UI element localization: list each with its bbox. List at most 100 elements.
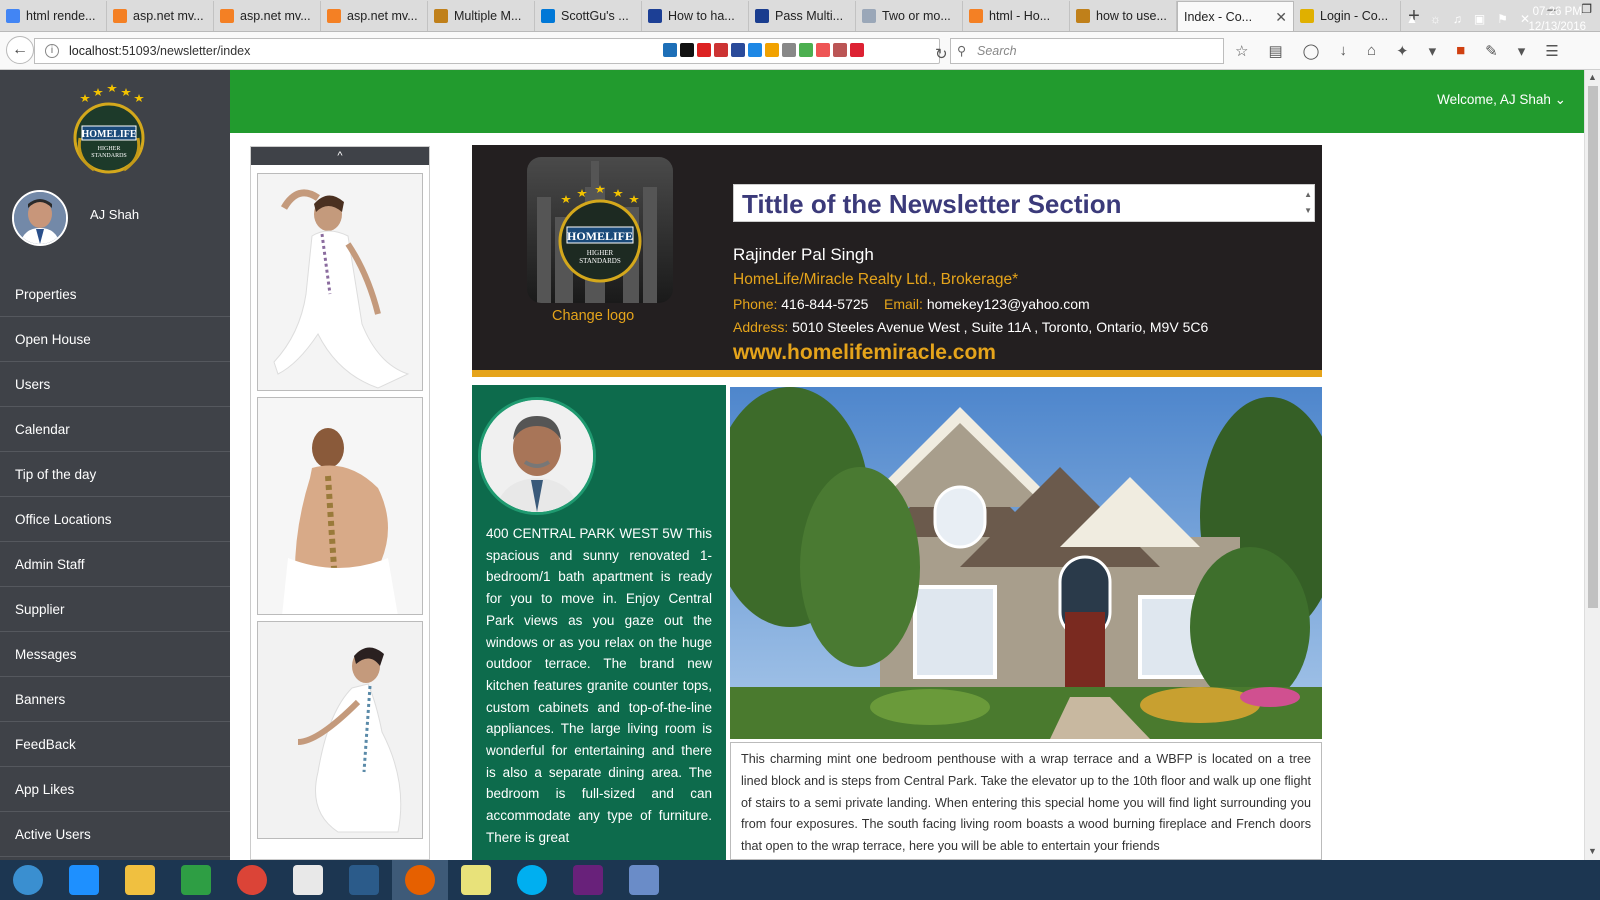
browser-tab[interactable]: asp.net mv... — [107, 1, 214, 31]
reading-list-icon[interactable]: ▤ — [1268, 42, 1282, 60]
browser-addon-icon[interactable] — [731, 43, 745, 57]
phone-label: Phone: — [733, 296, 778, 312]
browser-tab[interactable]: asp.net mv... — [214, 1, 321, 31]
addon-red-icon[interactable]: ■ — [1456, 42, 1465, 60]
browser-tab[interactable]: Pass Multi... — [749, 1, 856, 31]
pocket-icon[interactable]: ◯ — [1303, 42, 1320, 60]
browser-addon-icon[interactable] — [782, 43, 796, 57]
browser-tab-label: ScottGu's ... — [561, 9, 629, 23]
tools-icon[interactable]: ✎ — [1485, 42, 1498, 60]
page-scrollbar[interactable]: ▲ ▼ — [1584, 70, 1600, 860]
browser-addon-icon[interactable] — [714, 43, 728, 57]
taskbar-button[interactable] — [616, 860, 672, 900]
agent-photo[interactable] — [478, 397, 596, 515]
browser-addon-icon[interactable] — [765, 43, 779, 57]
taskbar-button[interactable] — [280, 860, 336, 900]
network-sync-icon[interactable]: ☼ — [1430, 12, 1441, 26]
hamburger-menu-icon[interactable]: ☰ — [1545, 42, 1558, 60]
toolbar-icons: ☆ ▤ ◯ ↓ ⌂ ✦ ▾ ■ ✎ ▾ ☰ — [1235, 42, 1559, 60]
dropdown-icon[interactable]: ▾ — [1518, 42, 1526, 60]
browser-tab[interactable]: html - Ho... — [963, 1, 1070, 31]
agent-company: HomeLife/Miracle Realty Ltd., Brokerage* — [733, 271, 1019, 288]
taskbar-button[interactable] — [336, 860, 392, 900]
sidebar-item-app-likes[interactable]: App Likes — [0, 767, 230, 812]
sidebar-item-open-house[interactable]: Open House — [0, 317, 230, 362]
browser-addon-icon[interactable] — [748, 43, 762, 57]
taskbar-button[interactable] — [168, 860, 224, 900]
svg-text:STANDARDS: STANDARDS — [91, 153, 127, 159]
taskbar-button[interactable] — [0, 860, 56, 900]
browser-tab[interactable]: Index - Co... ✕ — [1177, 1, 1294, 31]
document-icon — [862, 9, 876, 23]
taskbar-clock[interactable]: 07:26 PM 12/13/2016 — [1528, 5, 1586, 35]
thumbnail-image[interactable] — [257, 621, 423, 839]
bookmark-star-icon[interactable]: ☆ — [1235, 42, 1248, 60]
flag-icon[interactable]: ⚑ — [1497, 12, 1508, 26]
sidebar-item-supplier[interactable]: Supplier — [0, 587, 230, 632]
thumbnail-image[interactable] — [257, 173, 423, 391]
thumbnail-collapse-button[interactable]: ^ — [251, 147, 429, 165]
browser-tab[interactable]: Multiple M... — [428, 1, 535, 31]
browser-tab-label: Index - Co... — [1184, 9, 1253, 24]
sidebar-item-feedback[interactable]: FeedBack — [0, 722, 230, 767]
reload-icon[interactable]: ↻ — [935, 43, 948, 67]
taskbar-button[interactable] — [448, 860, 504, 900]
browser-tab[interactable]: html rende... — [0, 1, 107, 31]
browser-addon-icon[interactable] — [799, 43, 813, 57]
sidebar-item-active-users[interactable]: Active Users — [0, 812, 230, 857]
search-input[interactable]: ⚲ Search — [950, 38, 1224, 64]
title-scroll-arrows[interactable]: ▲ ▼ — [1304, 187, 1312, 219]
sidebar-item-calendar[interactable]: Calendar — [0, 407, 230, 452]
browser-tab[interactable]: How to ha... — [642, 1, 749, 31]
sidebar-item-tip-of-the-day[interactable]: Tip of the day — [0, 452, 230, 497]
browser-addon-icon[interactable] — [680, 43, 694, 57]
taskbar-button[interactable] — [112, 860, 168, 900]
sidebar-item-messages[interactable]: Messages — [0, 632, 230, 677]
browser-tab[interactable]: how to use... — [1070, 1, 1177, 31]
browser-addon-icon[interactable] — [697, 43, 711, 57]
site-info-icon[interactable]: i — [45, 44, 59, 58]
browser-tab[interactable]: Two or mo... — [856, 1, 963, 31]
browser-tab[interactable]: asp.net mv... — [321, 1, 428, 31]
show-hidden-icons-icon[interactable]: ▲ — [1406, 12, 1418, 26]
dropdown-icon[interactable]: ▾ — [1429, 42, 1437, 60]
website-link[interactable]: www.homelifemiracle.com — [733, 341, 996, 365]
url-path: :51093/newsletter/index — [118, 44, 251, 58]
property-image[interactable] — [730, 387, 1322, 739]
back-button[interactable]: ← — [6, 36, 34, 64]
browser-addon-icon[interactable] — [816, 43, 830, 57]
volume-icon[interactable]: ♫ — [1453, 12, 1462, 26]
taskbar-button[interactable] — [560, 860, 616, 900]
download-icon[interactable]: ↓ — [1339, 42, 1347, 60]
taskbar-button[interactable] — [392, 860, 448, 900]
sidebar-item-banners[interactable]: Banners — [0, 677, 230, 722]
scroll-up-icon[interactable]: ▲ — [1588, 72, 1597, 82]
sidebar-item-admin-staff[interactable]: Admin Staff — [0, 542, 230, 587]
homelife-logo[interactable]: HOMELIFE HIGHER STANDARDS — [68, 80, 150, 176]
browser-tab[interactable]: Login - Co... — [1294, 1, 1401, 31]
browser-addon-icon[interactable] — [833, 43, 847, 57]
home-icon[interactable]: ⌂ — [1367, 42, 1376, 60]
newsletter-logo[interactable]: HOMELIFE HIGHER STANDARDS — [527, 157, 673, 303]
address-bar[interactable]: i localhost:51093/newsletter/index ↻ — [34, 38, 948, 64]
close-tab-icon[interactable]: ✕ — [1275, 9, 1287, 26]
browser-tab[interactable]: ScottGu's ... — [535, 1, 642, 31]
extension-icon[interactable]: ✦ — [1396, 42, 1409, 60]
browser-addon-icon[interactable] — [850, 43, 864, 57]
sidebar-item-users[interactable]: Users — [0, 362, 230, 407]
sidebar-item-office-locations[interactable]: Office Locations — [0, 497, 230, 542]
change-logo-link[interactable]: Change logo — [552, 308, 634, 324]
tree-app-icon — [349, 865, 379, 895]
avatar[interactable] — [12, 190, 68, 246]
taskbar-button[interactable] — [224, 860, 280, 900]
browser-addon-icon[interactable] — [663, 43, 677, 57]
display-icon[interactable]: ▣ — [1474, 12, 1485, 26]
newsletter-title-field[interactable]: Tittle of the Newsletter Section ▲ ▼ — [733, 184, 1315, 222]
thumbnail-image[interactable] — [257, 397, 423, 615]
scrollbar-thumb[interactable] — [1588, 86, 1598, 608]
scroll-down-icon[interactable]: ▼ — [1588, 846, 1597, 856]
taskbar-button[interactable] — [56, 860, 112, 900]
welcome-user-dropdown[interactable]: Welcome, AJ Shah ⌄ — [1437, 92, 1566, 108]
taskbar-button[interactable] — [504, 860, 560, 900]
sidebar-item-properties[interactable]: Properties — [0, 272, 230, 317]
